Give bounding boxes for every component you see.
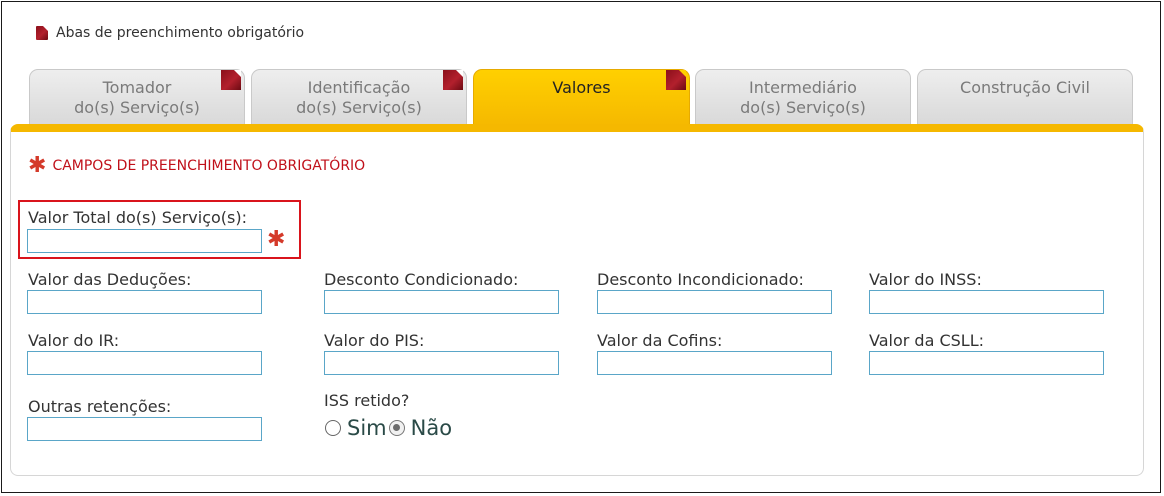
desconto-condicionado-input[interactable] [324, 290, 559, 314]
valor-inss-input[interactable] [869, 290, 1104, 314]
iss-retido-nao-radio[interactable] [388, 420, 405, 436]
iss-retido-radio-group: Sim Não [325, 416, 454, 440]
tab-valores[interactable]: Valores [473, 69, 690, 127]
tab-label-line2: do(s) Serviço(s) [74, 98, 200, 117]
valor-ir-input[interactable] [27, 351, 262, 375]
iss-retido-sim-label[interactable]: Sim [347, 416, 387, 440]
tab-label-line2: do(s) Serviço(s) [740, 98, 866, 117]
tab-identificacao[interactable]: Identificação do(s) Serviço(s) [251, 69, 467, 124]
valor-deducoes-input[interactable] [27, 290, 262, 314]
desconto-incondicionado-input[interactable] [597, 290, 832, 314]
valor-csll-input[interactable] [869, 351, 1104, 375]
valor-ir-label: Valor do IR: [28, 331, 120, 350]
outras-retencoes-label: Outras retenções: [28, 397, 172, 416]
tab-intermediario[interactable]: Intermediário do(s) Serviço(s) [695, 69, 911, 124]
required-tab-marker-icon [666, 70, 686, 90]
required-fields-note: ✱ CAMPOS DE PREENCHIMENTO OBRIGATÓRIO [28, 153, 366, 178]
required-asterisk-icon: ✱ [267, 227, 286, 252]
tab-label-line1: Construção Civil [960, 78, 1090, 97]
legend-label: Abas de preenchimento obrigatório [56, 25, 305, 41]
valor-cofins-label: Valor da Cofins: [597, 331, 723, 350]
valor-pis-label: Valor do PIS: [324, 331, 425, 350]
valor-csll-label: Valor da CSLL: [869, 331, 984, 350]
required-marker-icon [36, 26, 48, 40]
required-tab-marker-icon [221, 70, 241, 90]
required-note-text: CAMPOS DE PREENCHIMENTO OBRIGATÓRIO [52, 158, 366, 174]
asterisk-icon: ✱ [28, 153, 47, 178]
valor-total-input[interactable] [27, 229, 262, 253]
iss-retido-nao-label[interactable]: Não [411, 416, 452, 440]
outras-retencoes-input[interactable] [27, 417, 262, 441]
valor-total-label: Valor Total do(s) Serviço(s): [28, 208, 247, 227]
tab-tomador[interactable]: Tomador do(s) Serviço(s) [29, 69, 245, 124]
valor-deducoes-label: Valor das Deduções: [28, 270, 192, 289]
desconto-incondicionado-label: Desconto Incondicionado: [597, 270, 804, 289]
tab-label-line1: Valores [552, 78, 611, 97]
required-tab-marker-icon [443, 70, 463, 90]
valor-inss-label: Valor do INSS: [869, 270, 982, 289]
tab-label-line1: Identificação [307, 78, 411, 97]
desconto-condicionado-label: Desconto Condicionado: [324, 270, 519, 289]
tab-label-line2: do(s) Serviço(s) [296, 98, 422, 117]
valor-pis-input[interactable] [324, 351, 559, 375]
required-tabs-legend: Abas de preenchimento obrigatório [36, 24, 304, 42]
tab-label-line1: Tomador [102, 78, 172, 97]
iss-retido-label: ISS retido? [324, 391, 410, 410]
tab-label-line1: Intermediário [749, 78, 857, 97]
tab-construcao-civil[interactable]: Construção Civil [917, 69, 1133, 124]
iss-retido-sim-radio[interactable] [325, 420, 341, 436]
valor-cofins-input[interactable] [597, 351, 832, 375]
